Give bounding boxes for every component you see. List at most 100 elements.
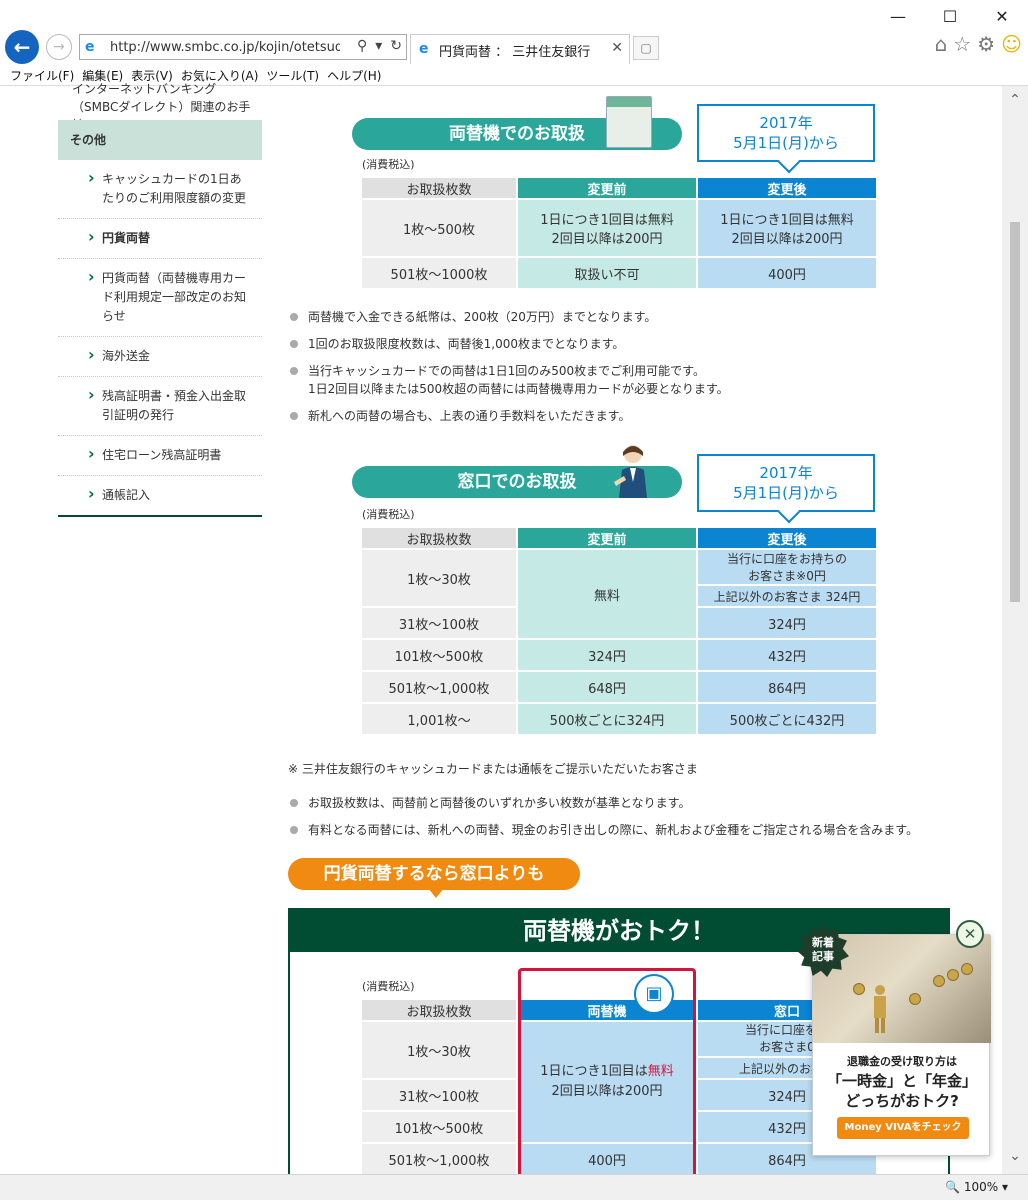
table-header: 変更前 (516, 176, 698, 200)
menu-tools[interactable]: ツール(T) (264, 64, 325, 86)
new-tab-button[interactable]: ▢ (633, 36, 659, 60)
table-cell: 648円 (516, 670, 698, 704)
date-year: 2017年 (759, 464, 813, 482)
list-item: 当行キャッシュカードでの両替は1日1回のみ500枚までご利用可能です。 1日2回… (288, 362, 968, 398)
tax-note-2: (消費税込) (362, 508, 415, 521)
zoom-icon: 🔍 (945, 1180, 960, 1194)
scroll-thumb[interactable] (1010, 222, 1020, 602)
arrow-left-icon: ← (13, 35, 31, 59)
zoom-control[interactable]: 🔍 100% ▾ (945, 1180, 1008, 1194)
table-header: お取扱枚数 (360, 998, 518, 1022)
tax-note-1: (消費税込) (362, 158, 415, 171)
window-fee-table: お取扱枚数 変更前 変更後 1枚～30枚 無料 当行に口座をお持ちの お客さま※… (360, 526, 878, 736)
navigation-bar: ← → e http://www.smbc.co.jp/kojin/otetsu… (0, 28, 1028, 64)
table-cell: 31枚～100枚 (360, 1078, 518, 1112)
ad-popup[interactable]: 新着 記事 退職金の受け取り方は 「一時金」と「年金」 どっちがおトク? Mon… (797, 925, 991, 1156)
sidebar-item-certificate[interactable]: 残高証明書・預金入出金取引証明の発行 (58, 377, 262, 436)
date-day: 5月1日(月)から (733, 134, 839, 152)
ad-subtitle: 退職金の受け取り方は (847, 1055, 957, 1068)
sidebar-item-exchange-card[interactable]: 円貨両替（両替機専用カード利用規定一部改定のお知らせ (58, 259, 262, 337)
table-cell: 取扱い不可 (516, 256, 698, 290)
dropdown-icon[interactable]: ▾ (375, 38, 382, 54)
smiley-icon[interactable]: ☺ (1001, 32, 1022, 56)
table-cell: 501枚～1,000枚 (360, 1142, 518, 1176)
tab-smbc[interactable]: e 円貨両替 ： 三井住友銀行 ✕ (410, 34, 630, 64)
scroll-up-icon[interactable]: ⌃ (1002, 92, 1028, 112)
card-note: ※ 三井住友銀行のキャッシュカードまたは通帳をご提示いただいたお客さま (288, 762, 698, 776)
close-tab-icon[interactable]: ✕ (611, 40, 623, 56)
date-box-2: 2017年 5月1日(月)から (697, 454, 875, 512)
table-cell: 1枚～30枚 (360, 1020, 518, 1080)
ad-cta-button[interactable]: Money VIVAをチェック (837, 1117, 969, 1139)
address-text[interactable]: http://www.smbc.co.jp/kojin/otetsuduk (110, 40, 340, 55)
recommend-pill: 円貨両替するなら窓口よりも (288, 858, 580, 898)
table-cell: 101枚～500枚 (360, 638, 518, 672)
table-cell: 無料 (516, 548, 698, 640)
table-header: 変更後 (696, 176, 878, 200)
scroll-down-icon[interactable]: ⌄ (1002, 1148, 1028, 1168)
table-cell: 501枚～1000枚 (360, 256, 518, 290)
table-cell: 500枚ごとに432円 (696, 702, 878, 736)
refresh-icon[interactable]: ↻ (390, 38, 402, 54)
list-item: 新札への両替の場合も、上表の通り手数料をいただきます。 (288, 407, 968, 425)
sidebar-item-card-limit[interactable]: キャッシュカードの1日あたりのご利用限度額の変更 (58, 160, 262, 219)
back-button[interactable]: ← (5, 30, 39, 64)
table-cell: 101枚～500枚 (360, 1110, 518, 1144)
forward-button[interactable]: → (46, 34, 72, 60)
table-cell: 500枚ごとに324円 (516, 702, 698, 736)
arrow-right-icon: → (53, 39, 65, 55)
sidebar-item-exchange[interactable]: 円貨両替 (58, 219, 262, 259)
chevron-down-icon[interactable]: ▾ (1002, 1180, 1008, 1194)
list-item: お取扱枚数は、両替前と両替後のいずれか多い枚数が基準となります。 (288, 794, 978, 812)
table-header: お取扱枚数 (360, 526, 518, 550)
browser-chrome: — ☐ ✕ ← → e http://www.smbc.co.jp/kojin/… (0, 0, 1028, 86)
table-cell: 324円 (516, 638, 698, 672)
date-day: 5月1日(月)から (733, 484, 839, 502)
table-header: 変更後 (696, 526, 878, 550)
figure-icon (874, 985, 886, 1033)
coin-icon (961, 963, 973, 975)
ie-page-icon: e (85, 39, 95, 55)
tax-note-3: (消費税込) (362, 980, 415, 993)
atm-machine-icon (606, 96, 652, 148)
atm-badge-icon: ▣ (634, 974, 674, 1014)
sidebar-item-loan-certificate[interactable]: 住宅ローン残高証明書 (58, 436, 262, 476)
coin-icon (947, 969, 959, 981)
machine-notes: 両替機で入金できる紙幣は、200枚（20万円）までとなります。 1回のお取扱限度… (288, 308, 968, 434)
sidebar: インターネットバンキング（SMBCダイレクト）関連のお手続 その他 キャッシュカ… (58, 82, 262, 517)
window-fee-text-2: お客さま0 (759, 1040, 815, 1054)
sidebar-heading: その他 (58, 120, 262, 160)
window-notes: お取扱枚数は、両替前と両替後のいずれか多い枚数が基準となります。 有料となる両替… (288, 794, 978, 848)
star-icon[interactable]: ☆ (953, 32, 971, 56)
table-cell: 1日につき1回目は無料 2回目以降は200円 (696, 198, 878, 258)
date-year: 2017年 (759, 114, 813, 132)
staff-person-icon (614, 445, 647, 498)
table-cell: 1,001枚～ (360, 702, 518, 736)
coin-icon (909, 993, 921, 1005)
tab-title: 円貨両替 ： 三井住友銀行 (439, 45, 591, 60)
table-cell: 当行に口座をお持ちの お客さま※0円 (696, 548, 878, 586)
table-cell: 1日につき1回目は無料 2回目以降は200円 (516, 198, 698, 258)
menu-help[interactable]: ヘルプ(H) (325, 64, 387, 86)
ad-close-icon[interactable]: ✕ (956, 920, 984, 948)
list-item: 1回のお取扱限度枚数は、両替後1,000枚までとなります。 (288, 335, 968, 353)
search-icon[interactable]: ⚲ (357, 38, 367, 54)
list-item: 両替機で入金できる紙幣は、200枚（20万円）までとなります。 (288, 308, 968, 326)
list-item: 有料となる両替には、新札への両替、現金のお引き出しの際に、新札および金種をご指定… (288, 821, 978, 839)
table-cell: 864円 (696, 670, 878, 704)
home-icon[interactable]: ⌂ (935, 32, 948, 56)
vertical-scrollbar[interactable]: ⌃ ⌄ (1002, 86, 1028, 1174)
table-cell: 324円 (696, 606, 878, 640)
table-cell: 400円 (696, 256, 878, 290)
table-cell: 501枚～1,000枚 (360, 670, 518, 704)
machine-fee-table: お取扱枚数 変更前 変更後 1枚～500枚 1日につき1回目は無料 2回目以降は… (360, 176, 878, 290)
sidebar-item-passbook[interactable]: 通帳記入 (58, 476, 262, 517)
gear-icon[interactable]: ⚙ (977, 32, 995, 56)
ad-headline: 「一時金」と「年金」 どっちがおトク? (826, 1072, 977, 1110)
table-cell: 1枚～30枚 (360, 548, 518, 608)
address-bar[interactable]: e http://www.smbc.co.jp/kojin/otetsuduk … (79, 34, 407, 60)
sidebar-top-link[interactable]: インターネットバンキング（SMBCダイレクト）関連のお手続 (58, 80, 262, 120)
table-header: お取扱枚数 (360, 176, 518, 200)
table-cell: 31枚～100枚 (360, 606, 518, 640)
sidebar-item-remittance[interactable]: 海外送金 (58, 337, 262, 377)
